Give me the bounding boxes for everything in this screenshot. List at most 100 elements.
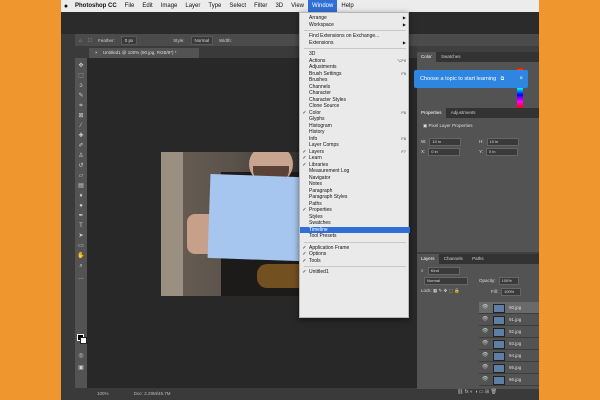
learn-tip-popup[interactable]: Choose a topic to start learning ⧉ ×: [414, 70, 528, 88]
eyedropper-icon[interactable]: ⁄: [77, 122, 85, 130]
hand-icon[interactable]: ✋: [77, 252, 85, 260]
fx-icon[interactable]: fx: [465, 389, 469, 395]
window-menu-item-learn[interactable]: ✓ Learn: [300, 155, 410, 161]
quick-select-icon[interactable]: ✎: [77, 92, 85, 100]
eye-icon[interactable]: 👁: [482, 316, 488, 322]
menu-type[interactable]: Type: [204, 0, 225, 12]
window-menu-item-channels[interactable]: Channels: [300, 84, 410, 90]
trash-icon[interactable]: 🗑: [491, 389, 497, 395]
menu-image[interactable]: Image: [157, 0, 182, 12]
folder-icon[interactable]: ▭: [479, 389, 484, 395]
history-brush-icon[interactable]: ↺: [77, 162, 85, 170]
lasso-icon[interactable]: ↄ: [77, 82, 85, 90]
blend-mode-select[interactable]: Normal: [424, 277, 468, 285]
close-tab-icon[interactable]: ×: [95, 50, 98, 55]
layer-row[interactable]: 👁 93.jpg: [479, 338, 539, 350]
window-menu-item-properties[interactable]: ✓ Properties: [300, 207, 410, 213]
apple-icon[interactable]: ●: [61, 3, 71, 10]
window-menu-item-workspace[interactable]: Workspace ▶: [300, 22, 410, 28]
window-menu-item-color[interactable]: ✓ Color F6: [300, 110, 410, 116]
window-menu-item-tools[interactable]: ✓ Tools: [300, 258, 410, 264]
layer-filter[interactable]: ⌕ Kind: [421, 267, 460, 275]
menu-select[interactable]: Select: [225, 0, 250, 12]
window-menu-item-navigator[interactable]: Navigator: [300, 175, 410, 181]
type-tool-icon[interactable]: T: [77, 222, 85, 230]
window-menu-item-measurement-log[interactable]: Measurement Log: [300, 168, 410, 174]
window-menu-item-extensions[interactable]: Extensions ▶: [300, 40, 410, 46]
window-menu-item-adjustments[interactable]: Adjustments: [300, 64, 410, 70]
window-menu-item-3d[interactable]: 3D: [300, 51, 410, 57]
window-menu-item-styles[interactable]: Styles: [300, 214, 410, 220]
menu-help[interactable]: Help: [337, 0, 357, 12]
layer-row[interactable]: 👁 95.jpg: [479, 362, 539, 374]
window-menu-item-character[interactable]: Character: [300, 90, 410, 96]
window-menu-item-arrange[interactable]: Arrange ▶: [300, 15, 410, 21]
eye-icon[interactable]: 👁: [482, 340, 488, 346]
eye-icon[interactable]: 👁: [482, 376, 488, 382]
tab-layers[interactable]: Layers: [417, 254, 439, 264]
tab-channels[interactable]: Channels: [440, 256, 467, 261]
zoom-icon[interactable]: ⌕: [77, 262, 85, 270]
w-field[interactable]: 10 in: [429, 138, 462, 146]
window-menu-item-tool-presets[interactable]: Tool Presets: [300, 233, 410, 239]
layer-row[interactable]: 👁 96.jpg: [479, 374, 539, 386]
close-icon[interactable]: ×: [519, 70, 523, 88]
window-menu-item-application-frame[interactable]: ✓ Application Frame: [300, 245, 410, 251]
layer-row[interactable]: 👁 94.jpg: [479, 350, 539, 362]
menu-file[interactable]: File: [121, 0, 139, 12]
shape-icon[interactable]: ▭: [77, 242, 85, 250]
h-field[interactable]: 10 in: [486, 138, 519, 146]
eye-icon[interactable]: 👁: [482, 364, 488, 370]
zoom-level[interactable]: 100%: [97, 391, 109, 396]
more-tools-icon[interactable]: …: [77, 274, 85, 282]
layer-row[interactable]: 👁 91.jpg: [479, 314, 539, 326]
healing-icon[interactable]: ✚: [77, 132, 85, 140]
window-menu-item-find-extensions-on-exchange[interactable]: Find Extensions on Exchange...: [300, 33, 410, 39]
eye-icon[interactable]: 👁: [482, 328, 488, 334]
menu-3d[interactable]: 3D: [271, 0, 287, 12]
eraser-icon[interactable]: ▱: [77, 172, 85, 180]
mask-icon[interactable]: ◐: [470, 389, 473, 395]
menu-view[interactable]: View: [287, 0, 308, 12]
window-menu-item-history[interactable]: History: [300, 129, 410, 135]
opacity-field[interactable]: 100%: [498, 277, 519, 285]
window-menu-item-paths[interactable]: Paths: [300, 201, 410, 207]
crop-icon[interactable]: ⌗: [77, 102, 85, 110]
move-tool-icon[interactable]: ✥: [77, 62, 85, 70]
layer-row[interactable]: 👁 92.jpg: [479, 326, 539, 338]
window-menu-item-options[interactable]: ✓ Options: [300, 251, 410, 257]
brush-icon[interactable]: ✐: [77, 142, 85, 150]
link-icon[interactable]: ⛓: [457, 389, 463, 395]
pen-icon[interactable]: ✒: [77, 212, 85, 220]
feather-input[interactable]: 0 px: [120, 35, 138, 45]
stamp-icon[interactable]: ♙: [77, 152, 85, 160]
blur-icon[interactable]: ♦: [77, 192, 85, 200]
menu-edit[interactable]: Edit: [138, 0, 156, 12]
gradient-icon[interactable]: ▤: [77, 182, 85, 190]
menu-app[interactable]: Photoshop CC: [71, 0, 121, 12]
window-menu-item-layers[interactable]: ✓ Layers F7: [300, 149, 410, 155]
learn-external-icon[interactable]: ⧉: [501, 76, 505, 82]
window-menu-item-brushes[interactable]: Brushes: [300, 77, 410, 83]
menu-window[interactable]: Window: [308, 0, 338, 12]
window-menu-item-glyphs[interactable]: Glyphs: [300, 116, 410, 122]
menu-filter[interactable]: Filter: [250, 0, 271, 12]
kind-select[interactable]: Kind: [427, 267, 460, 275]
background-color-swatch[interactable]: [80, 337, 87, 344]
dodge-icon[interactable]: ●: [77, 202, 85, 210]
adjustment-icon[interactable]: ◑: [474, 389, 477, 395]
marquee-tool-icon[interactable]: ⬚: [88, 37, 92, 43]
tab-swatches[interactable]: Swatches: [437, 54, 465, 59]
marquee-icon[interactable]: ⬚: [77, 72, 85, 80]
y-field[interactable]: 0 in: [486, 148, 519, 156]
window-menu-item-info[interactable]: Info F8: [300, 136, 410, 142]
tab-paths[interactable]: Paths: [468, 256, 488, 261]
frame-icon[interactable]: ⊠: [77, 112, 85, 120]
tab-color[interactable]: Color: [417, 52, 436, 62]
home-icon[interactable]: ⌂: [79, 38, 82, 43]
eye-icon[interactable]: 👁: [482, 352, 488, 358]
document-tab[interactable]: × Untitled1 @ 100% (90.jpg, RGB/8*) *: [89, 48, 199, 58]
window-menu-item-layer-comps[interactable]: Layer Comps: [300, 142, 410, 148]
window-menu-item-histogram[interactable]: Histogram: [300, 123, 410, 129]
x-field[interactable]: 0 in: [428, 148, 461, 156]
